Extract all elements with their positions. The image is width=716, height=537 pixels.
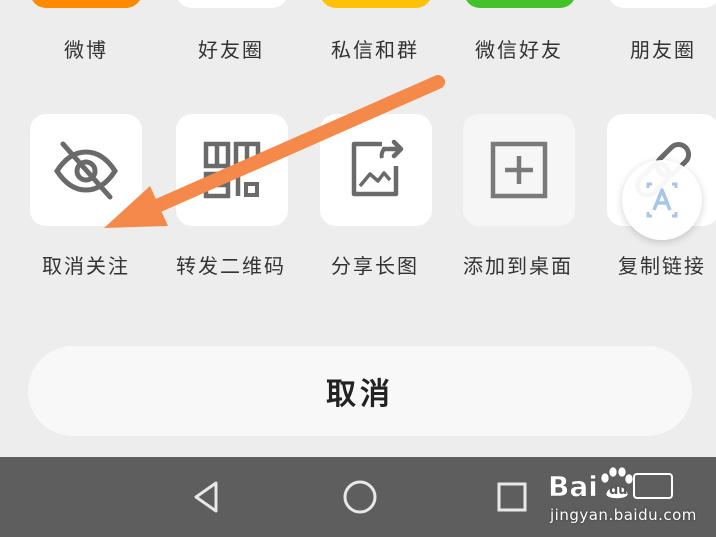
share-targets-row: 微博 好友圈 私信和群 微信好友 朋友圈 bbox=[0, 0, 716, 80]
moments-label[interactable]: 朋友圈 bbox=[588, 34, 716, 63]
add-to-desktop-button[interactable] bbox=[463, 114, 575, 226]
share-image-icon bbox=[351, 139, 404, 197]
wechat-label[interactable]: 微信好友 bbox=[444, 34, 594, 63]
eye-off-icon bbox=[54, 141, 118, 200]
forward-qr-code-label[interactable]: 转发二维码 bbox=[156, 250, 306, 279]
home-icon[interactable] bbox=[340, 477, 380, 517]
svg-text:du: du bbox=[609, 483, 628, 498]
watermark-url: jingyan.baidu.com bbox=[550, 506, 697, 524]
weibo-label[interactable]: 微博 bbox=[11, 34, 161, 63]
friends-circle-tile[interactable] bbox=[176, 0, 288, 8]
moments-tile[interactable] bbox=[608, 0, 716, 8]
share-long-image-label[interactable]: 分享长图 bbox=[300, 250, 450, 279]
cancel-button[interactable]: 取消 bbox=[28, 346, 692, 436]
back-icon[interactable] bbox=[186, 477, 226, 517]
recents-icon[interactable] bbox=[492, 477, 532, 517]
text-recognition-icon bbox=[646, 182, 678, 218]
baidu-jingyan-watermark: Bai du jingyan.baidu.com bbox=[548, 462, 708, 532]
actions-row: 取消关注 转发二维码 分享长图 添加到桌面 复制链接 bbox=[0, 100, 716, 300]
qr-code-icon bbox=[203, 141, 261, 199]
unfollow-label[interactable]: 取消关注 bbox=[11, 250, 161, 279]
baidu-jingyan-logo: Bai du bbox=[548, 466, 673, 503]
add-to-desktop-label[interactable]: 添加到桌面 bbox=[443, 250, 593, 279]
share-long-image-button[interactable] bbox=[320, 114, 432, 226]
add-to-desktop-icon bbox=[490, 141, 548, 199]
private-message-tile[interactable] bbox=[320, 0, 432, 8]
text-recognition-button[interactable] bbox=[622, 160, 702, 240]
private-message-label[interactable]: 私信和群 bbox=[300, 34, 450, 63]
wechat-tile[interactable] bbox=[464, 0, 576, 8]
friends-circle-label[interactable]: 好友圈 bbox=[156, 34, 306, 63]
forward-qr-code-button[interactable] bbox=[176, 114, 288, 226]
copy-link-label[interactable]: 复制链接 bbox=[587, 250, 716, 279]
weibo-tile[interactable] bbox=[30, 0, 142, 8]
unfollow-button[interactable] bbox=[30, 114, 142, 226]
svg-text:Bai: Bai bbox=[548, 470, 598, 503]
